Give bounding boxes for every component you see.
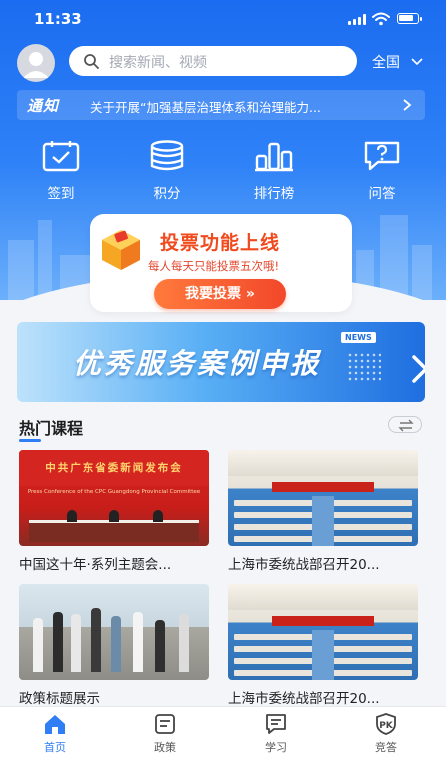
quick-action-label: 排行榜: [253, 186, 295, 202]
course-caption: 政策标题展示: [19, 691, 100, 707]
search-placeholder: 搜索新闻、视频: [109, 55, 207, 71]
swap-button[interactable]: [388, 416, 422, 433]
press-conference-header: 中共广东省委新闻发布会: [19, 450, 209, 486]
section-title: 热门课程: [19, 415, 83, 442]
news-badge: NEWS: [341, 332, 376, 343]
vote-subtitle: 每人每天只能投票五次哦!: [148, 259, 280, 273]
quick-action-ranking[interactable]: 排行榜: [234, 140, 314, 202]
course-thumbnail: [228, 584, 418, 680]
person-figure: [71, 614, 81, 672]
person-figure: [153, 510, 163, 522]
hall-ceiling: [228, 584, 418, 610]
course-thumbnail: [228, 450, 418, 546]
user-avatar-icon: [23, 52, 49, 78]
press-conference-subtitle: Press Conference of the CPC Guangdong Pr…: [27, 489, 201, 495]
tab-quiz[interactable]: PK 竞答: [356, 713, 416, 755]
chevron-right-icon[interactable]: [409, 354, 425, 384]
banner-title: 优秀服务案例申报: [73, 347, 322, 380]
vote-cube-icon: [102, 230, 140, 270]
person-figure: [33, 618, 43, 672]
search-input[interactable]: 搜索新闻、视频: [69, 46, 357, 76]
search-icon: [84, 54, 99, 69]
tab-label: 首页: [44, 741, 66, 754]
course-caption: 上海市委统战部召开20...: [228, 557, 380, 573]
wifi-icon: [372, 12, 390, 26]
person-figure: [53, 612, 63, 672]
tab-label: 政策: [154, 741, 176, 754]
stage-banner: [272, 482, 374, 492]
region-label: 全国: [372, 55, 400, 71]
notice-text: 关于开展“加强基层治理体系和治理能力...: [90, 100, 321, 115]
notice-tag: 通知: [27, 97, 60, 115]
chevron-right-icon: [403, 99, 412, 111]
person-figure: [91, 608, 101, 672]
person-figure: [111, 616, 121, 672]
course-card[interactable]: 中共广东省委新闻发布会 Press Conference of the CPC …: [19, 450, 209, 573]
person-figure: [67, 510, 77, 522]
quick-action-label: 签到: [47, 186, 75, 202]
course-caption: 上海市委统战部召开20...: [228, 691, 380, 707]
quick-action-qa[interactable]: 问答: [342, 140, 422, 202]
person-figure: [179, 614, 189, 672]
status-bar: 11:33: [0, 0, 446, 38]
podium-desk: [29, 520, 199, 542]
notice-bar[interactable]: 通知 关于开展“加强基层治理体系和治理能力...: [17, 90, 425, 120]
tab-policy[interactable]: 政策: [135, 713, 195, 755]
course-thumbnail: [19, 584, 209, 680]
course-caption: 中国这十年·系列主题会...: [19, 557, 172, 573]
question-chat-icon: [364, 141, 400, 171]
promo-banner[interactable]: NEWS 优秀服务案例申报: [17, 322, 425, 402]
course-thumbnail: 中共广东省委新闻发布会 Press Conference of the CPC …: [19, 450, 209, 546]
battery-icon: [397, 13, 422, 24]
vote-button[interactable]: 我要投票 »: [154, 279, 286, 309]
hall-ceiling: [228, 450, 418, 476]
stage-banner: [272, 616, 374, 626]
study-chat-icon: [266, 714, 286, 734]
coins-icon: [150, 140, 184, 171]
person-figure: [133, 612, 143, 672]
svg-text:PK: PK: [379, 721, 394, 731]
swap-icon: [398, 419, 414, 432]
hall-aisle: [312, 496, 334, 546]
person-figure: [155, 620, 165, 672]
tab-study[interactable]: 学习: [246, 713, 306, 755]
tab-home[interactable]: 首页: [25, 713, 85, 755]
person-figure: [109, 510, 119, 522]
bottom-tab-bar: 首页 政策 学习 PK 竞答: [0, 706, 446, 762]
bar-chart-icon: [255, 142, 293, 172]
dot-pattern: [347, 352, 381, 382]
cell-signal-icon: [348, 14, 368, 25]
tab-label: 竞答: [375, 741, 397, 754]
tab-label: 学习: [265, 741, 287, 754]
quick-action-checkin[interactable]: 签到: [21, 140, 101, 202]
course-card[interactable]: 政策标题展示: [19, 584, 209, 707]
quiz-shield-icon: PK: [376, 713, 396, 735]
chevron-down-icon: [411, 58, 423, 66]
course-card[interactable]: 上海市委统战部召开20...: [228, 584, 418, 707]
quick-action-label: 问答: [368, 186, 396, 202]
calendar-check-icon: [42, 141, 80, 172]
status-time: 11:33: [34, 10, 82, 28]
avatar[interactable]: [17, 44, 55, 82]
vote-title: 投票功能上线: [160, 232, 281, 254]
quick-action-label: 积分: [153, 186, 181, 202]
home-icon: [45, 715, 65, 734]
hall-aisle: [312, 630, 334, 680]
course-card[interactable]: 上海市委统战部召开20...: [228, 450, 418, 573]
region-selector[interactable]: 全国: [372, 52, 423, 72]
quick-action-points[interactable]: 积分: [127, 140, 207, 202]
policy-doc-icon: [155, 714, 175, 734]
